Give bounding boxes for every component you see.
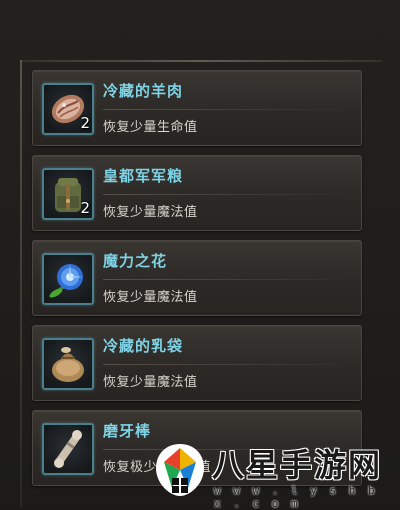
divider bbox=[103, 109, 343, 110]
item-description: 恢复少量魔法值 bbox=[103, 375, 198, 390]
inventory-panel: 2 冷藏的羊肉 恢复少量生命值 2 皇都军军粮 恢复少量魔法值 魔力之花 恢复少… bbox=[0, 0, 400, 507]
panel-left-border bbox=[20, 60, 22, 507]
item-description: 恢复少量魔法值 bbox=[103, 205, 198, 220]
item-name: 磨牙棒 bbox=[103, 422, 152, 440]
watermark: 八星手游网 w w w . l y s h b x . c o m bbox=[150, 440, 395, 510]
item-slot[interactable]: 2 bbox=[42, 83, 94, 135]
item-name: 冷藏的乳袋 bbox=[103, 337, 184, 355]
item-description: 恢复少量魔法值 bbox=[103, 290, 198, 305]
item-name: 魔力之花 bbox=[103, 252, 168, 270]
divider bbox=[103, 279, 343, 280]
item-slot[interactable]: 2 bbox=[42, 168, 94, 220]
item-slot[interactable] bbox=[42, 423, 94, 475]
item-description: 恢复少量生命值 bbox=[103, 120, 198, 135]
item-row-chilled-milk-pouch[interactable]: 冷藏的乳袋 恢复少量魔法值 bbox=[32, 325, 362, 401]
watermark-title: 八星手游网 bbox=[212, 446, 383, 484]
item-slot[interactable] bbox=[42, 338, 94, 390]
item-count: 2 bbox=[80, 199, 90, 217]
watermark-logo-icon bbox=[156, 444, 204, 496]
item-row-mana-flower[interactable]: 魔力之花 恢复少量魔法值 bbox=[32, 240, 362, 316]
item-name: 冷藏的羊肉 bbox=[103, 82, 184, 100]
watermark-url: w w w . l y s h b x . c o m bbox=[214, 484, 378, 510]
milk-pouch-icon bbox=[52, 347, 84, 382]
divider bbox=[103, 364, 343, 365]
item-row-royal-ration[interactable]: 2 皇都军军粮 恢复少量魔法值 bbox=[32, 155, 362, 231]
blue-flower-icon bbox=[48, 264, 83, 299]
item-count: 2 bbox=[80, 114, 90, 132]
bone-stick-icon bbox=[54, 430, 82, 468]
panel-top-border bbox=[20, 60, 382, 62]
item-name: 皇都军军粮 bbox=[103, 167, 184, 185]
divider bbox=[103, 194, 343, 195]
item-slot[interactable] bbox=[42, 253, 94, 305]
item-row-chilled-mutton[interactable]: 2 冷藏的羊肉 恢复少量生命值 bbox=[32, 70, 362, 146]
